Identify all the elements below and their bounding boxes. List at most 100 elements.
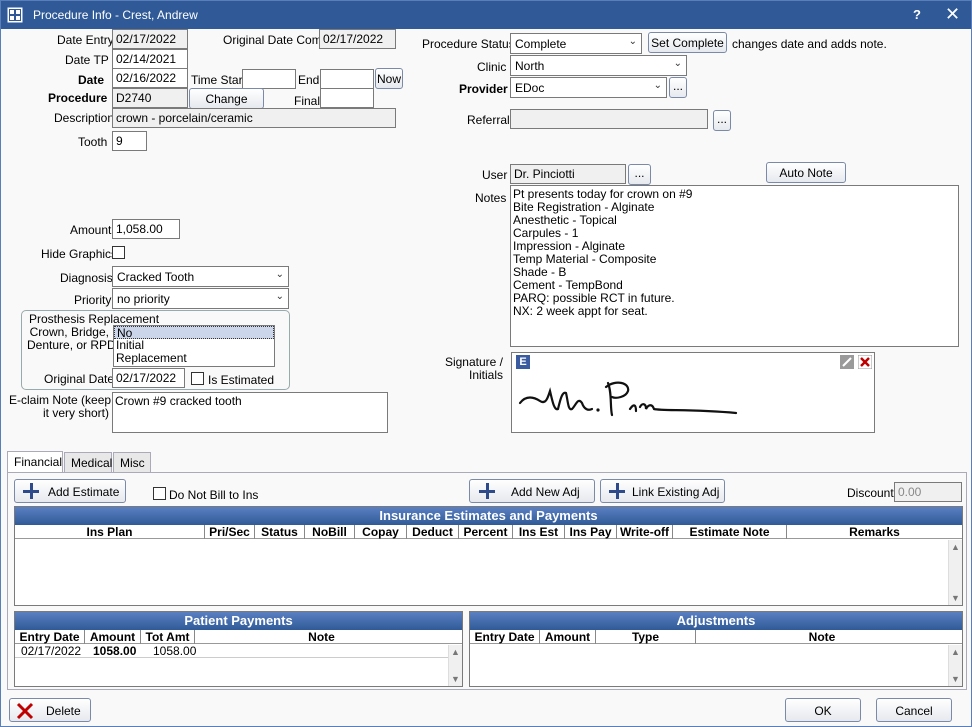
col-entry-date[interactable]: Entry Date	[15, 630, 85, 644]
user-picker-button[interactable]: ...	[628, 164, 651, 185]
adjustments-scrollbar[interactable]: ▲ ▼	[948, 645, 962, 686]
scroll-down-icon[interactable]: ▼	[951, 593, 960, 603]
col-ins-plan[interactable]: Ins Plan	[15, 525, 205, 539]
set-complete-button[interactable]: Set Complete	[648, 32, 727, 53]
prosthesis-listbox[interactable]: No Initial Replacement	[113, 325, 275, 367]
col-copay[interactable]: Copay	[355, 525, 407, 539]
now-button[interactable]: Now	[375, 68, 403, 89]
col-amount[interactable]: Amount	[540, 630, 596, 644]
col-nobill[interactable]: NoBill	[305, 525, 355, 539]
user-field[interactable]: Dr. Pinciotti	[510, 164, 626, 184]
delete-x-icon	[16, 702, 34, 720]
col-amount[interactable]: Amount	[85, 630, 141, 644]
plus-icon	[609, 483, 625, 499]
pp-amount: 1058.00	[93, 644, 137, 658]
table-row[interactable]: 02/17/2022 1058.00 1058.00	[15, 644, 448, 658]
col-estimate-note[interactable]: Estimate Note	[673, 525, 787, 539]
scroll-down-icon[interactable]: ▼	[951, 674, 960, 684]
chevron-down-icon: ⌄	[653, 80, 662, 91]
date-field[interactable]: 02/16/2022	[112, 68, 188, 88]
cancel-button[interactable]: Cancel	[876, 698, 952, 722]
diagnosis-label: Diagnosis	[60, 271, 113, 285]
time-start-field[interactable]	[242, 69, 296, 89]
original-date-comp-field[interactable]: 02/17/2022	[319, 29, 396, 49]
date-entry-field[interactable]: 02/17/2022	[112, 29, 188, 49]
col-status[interactable]: Status	[255, 525, 305, 539]
user-label: User	[482, 168, 508, 182]
help-button[interactable]: ?	[913, 7, 921, 22]
clinic-value: North	[515, 59, 545, 73]
notes-textarea[interactable]: Pt presents today for crown on #9 Bite Re…	[510, 185, 959, 347]
delete-button[interactable]: Delete	[9, 698, 91, 722]
scroll-down-icon[interactable]: ▼	[451, 674, 460, 684]
clinic-dropdown[interactable]: North ⌄	[510, 55, 687, 76]
discount-field[interactable]: 0.00	[894, 482, 962, 502]
tooth-field[interactable]: 9	[112, 131, 147, 151]
eclaim-label-2: it very short)	[42, 406, 109, 420]
diagnosis-dropdown[interactable]: Cracked Tooth ⌄	[112, 266, 289, 287]
procedure-status-dropdown[interactable]: Complete ⌄	[510, 33, 642, 54]
adjustments-grid: Adjustments Entry Date Amount Type Note …	[469, 611, 963, 687]
close-window-button[interactable]: ✕	[945, 4, 960, 25]
amount-field[interactable]: 1,058.00	[112, 219, 180, 239]
col-type[interactable]: Type	[596, 630, 696, 644]
tab-medical[interactable]: Medical	[64, 452, 112, 473]
do-not-bill-checkbox[interactable]	[153, 487, 166, 500]
procedure-status-label: Procedure Status	[422, 37, 515, 51]
signature-pad[interactable]: E	[511, 352, 875, 433]
signature-drawing	[518, 381, 738, 417]
col-ins-est[interactable]: Ins Est	[513, 525, 565, 539]
is-estimated-checkbox[interactable]	[191, 372, 204, 385]
col-remarks[interactable]: Remarks	[787, 525, 962, 539]
col-tot-amt[interactable]: Tot Amt	[141, 630, 195, 644]
referral-picker-button[interactable]: ...	[713, 110, 731, 131]
description-field[interactable]: crown - porcelain/ceramic	[112, 108, 396, 128]
link-existing-adj-button[interactable]: Link Existing Adj	[600, 479, 725, 503]
signature-label-2: Initials	[468, 368, 503, 382]
col-note[interactable]: Note	[195, 630, 448, 644]
adjustments-title: Adjustments	[470, 612, 962, 630]
col-deduct[interactable]: Deduct	[407, 525, 459, 539]
priority-value: no priority	[117, 292, 170, 306]
add-new-adj-button[interactable]: Add New Adj	[469, 479, 595, 503]
col-ins-pay[interactable]: Ins Pay	[565, 525, 617, 539]
diagnosis-value: Cracked Tooth	[117, 270, 195, 284]
prosthesis-label-2: Denture, or RPD	[27, 338, 116, 352]
end-time-field[interactable]	[320, 69, 374, 89]
col-note[interactable]: Note	[696, 630, 948, 644]
eclaim-note-textarea[interactable]: Crown #9 cracked tooth	[112, 392, 388, 433]
auto-note-button[interactable]: Auto Note	[766, 162, 846, 183]
patient-payments-scrollbar[interactable]: ▲ ▼	[448, 645, 462, 686]
pp-tot-amt: 1058.00	[153, 644, 197, 658]
provider-dropdown[interactable]: EDoc ⌄	[510, 77, 667, 98]
chevron-down-icon: ⌄	[275, 269, 284, 280]
original-date-field[interactable]: 02/17/2022	[112, 368, 185, 388]
col-percent[interactable]: Percent	[459, 525, 513, 539]
tab-misc[interactable]: Misc	[113, 452, 151, 473]
procedure-label: Procedure	[48, 91, 108, 105]
insurance-grid-scrollbar[interactable]: ▲ ▼	[948, 540, 962, 605]
col-pri-sec[interactable]: Pri/Sec	[205, 525, 255, 539]
ok-button[interactable]: OK	[785, 698, 861, 722]
final-time-field[interactable]	[320, 88, 374, 108]
hide-graphics-checkbox[interactable]	[112, 246, 125, 259]
col-write-off[interactable]: Write-off	[617, 525, 673, 539]
add-estimate-button[interactable]: Add Estimate	[14, 479, 126, 503]
scroll-up-icon[interactable]: ▲	[451, 647, 460, 657]
date-tp-field[interactable]: 02/14/2021	[112, 49, 188, 69]
procedure-code-field[interactable]: D2740	[112, 88, 188, 108]
scroll-up-icon[interactable]: ▲	[951, 542, 960, 552]
provider-picker-button[interactable]: ...	[669, 77, 687, 98]
link-existing-adj-label: Link Existing Adj	[632, 485, 720, 499]
add-new-adj-label: Add New Adj	[511, 485, 580, 499]
notes-label: Notes	[475, 191, 507, 205]
scroll-up-icon[interactable]: ▲	[951, 647, 960, 657]
priority-dropdown[interactable]: no priority ⌄	[112, 288, 289, 309]
change-procedure-button[interactable]: Change	[189, 88, 264, 109]
tab-financial[interactable]: Financial	[7, 451, 63, 473]
prosthesis-option-replacement[interactable]: Replacement	[114, 352, 274, 365]
app-grid-icon	[7, 7, 23, 23]
col-entry-date[interactable]: Entry Date	[470, 630, 540, 644]
notes-line: Temp Material - Composite	[513, 252, 657, 266]
referral-field[interactable]	[510, 109, 708, 129]
